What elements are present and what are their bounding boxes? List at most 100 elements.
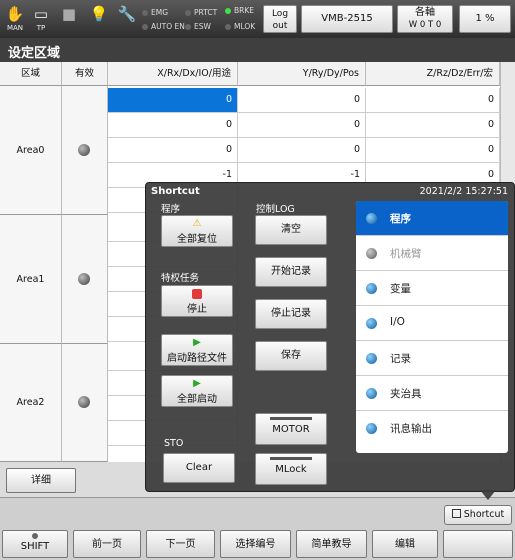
valid-indicator-icon [78, 144, 90, 156]
prev-page-button[interactable]: 前一页 [73, 530, 141, 558]
lightbulb-icon[interactable]: 💡 [88, 4, 110, 34]
log-save-button[interactable]: 保存 [255, 341, 327, 371]
records-menu-icon [366, 353, 377, 364]
prtct-indicator: PRTCT [185, 8, 217, 17]
program-menu-icon [366, 213, 377, 224]
start-all-button[interactable]: ▶ 全部启动 [161, 375, 233, 407]
menu-item-program[interactable]: 程序 [356, 201, 508, 236]
fixtures-menu-icon [366, 388, 377, 399]
mlock-button[interactable]: MLock [255, 453, 327, 485]
header-z: Z/Rz/Dz/Err/宏 [366, 62, 500, 86]
cell-y[interactable]: 0 [238, 138, 366, 163]
simple-teach-button[interactable]: 简单教导 [296, 530, 367, 558]
logout-button[interactable]: Log out [263, 5, 297, 33]
valid-cell-0[interactable] [62, 86, 108, 215]
motor-status-bar [270, 417, 312, 420]
cell-z[interactable]: 0 [366, 113, 500, 138]
shortcut-menu: 程序 机械臂 变量 I/O 记录 夹治具 讯息输出 [356, 201, 508, 453]
play-icon: ▶ [193, 337, 201, 348]
menu-item-io[interactable]: I/O [356, 306, 508, 341]
header-y: Y/Ry/Dy/Pos [238, 62, 366, 86]
robot-arm-menu-icon [366, 248, 377, 259]
panel-pointer [480, 490, 496, 500]
stop-square-icon[interactable]: ■ [58, 4, 80, 34]
shortcut-panel: Shortcut 2021/2/2 15:27:51 程序 ⚠ 全部复位 特权任… [145, 182, 515, 492]
cell-z[interactable]: 0 [366, 88, 500, 113]
log-stop-button[interactable]: 停止记录 [255, 299, 327, 329]
motor-label: MOTOR [272, 424, 310, 435]
axis-mode-button[interactable]: 各軸 W 0 T 0 [397, 5, 453, 33]
area-label-0[interactable]: Area0 [0, 86, 62, 215]
axis-mode-sub: W 0 T 0 [408, 20, 442, 30]
stop-task-button[interactable]: 停止 [161, 285, 233, 317]
cell-x[interactable]: 0 [108, 88, 238, 113]
privileged-task-label: 特权任务 [161, 273, 200, 284]
log-start-button[interactable]: 开始记录 [255, 257, 327, 287]
io-menu-icon [366, 318, 377, 329]
axis-mode-label: 各軸 [415, 7, 435, 18]
panel-datetime: 2021/2/2 15:27:51 [419, 186, 508, 197]
cell-x[interactable]: 0 [108, 113, 238, 138]
robot-select-button[interactable]: VMB-2515 [301, 5, 393, 33]
control-log-label: 控制LOG [256, 204, 295, 215]
header-valid: 有效 [62, 62, 108, 86]
area-label-2[interactable]: Area2 [0, 344, 62, 462]
emg-indicator: EMG [142, 8, 168, 17]
cell-z[interactable]: 0 [366, 138, 500, 163]
shift-button[interactable]: SHIFT [2, 530, 68, 558]
shortcut-button[interactable]: Shortcut [444, 505, 512, 525]
stop-icon [192, 289, 202, 299]
header-area: 区域 [0, 62, 62, 86]
valid-cell-2[interactable] [62, 344, 108, 462]
auto-en-indicator: AUTO EN [142, 22, 185, 31]
next-page-button[interactable]: 下一页 [146, 530, 215, 558]
mlock-status-bar [270, 457, 312, 460]
mlock-label: MLock [275, 464, 307, 475]
blank-function-button[interactable] [443, 530, 513, 558]
shortcut-panel-title: Shortcut [151, 186, 200, 197]
page-title: 设定区域 [0, 38, 515, 62]
tp-icon[interactable]: ▭ TP [30, 4, 52, 34]
top-status-bar: ✋ MAN ▭ TP ■ 💡 🔧 EMG AUTO EN PRTCT ESW BRK… [0, 0, 515, 38]
cell-y[interactable]: 0 [238, 113, 366, 138]
valid-indicator-icon [78, 273, 90, 285]
motor-button[interactable]: MOTOR [255, 413, 327, 445]
start-path-file-button[interactable]: ▶ 启动路径文件 [161, 334, 233, 366]
menu-item-message-output[interactable]: 讯息输出 [356, 411, 508, 446]
detail-button[interactable]: 详细 [6, 468, 76, 493]
speed-button[interactable]: 1 % [459, 5, 511, 33]
variables-menu-icon [366, 283, 377, 294]
menu-item-variables[interactable]: 变量 [356, 271, 508, 306]
wrench-warning-icon[interactable]: 🔧 [116, 4, 138, 34]
man-icon[interactable]: ✋ MAN [4, 4, 26, 34]
area-label-1[interactable]: Area1 [0, 215, 62, 344]
menu-item-records[interactable]: 记录 [356, 341, 508, 376]
menu-item-fixtures[interactable]: 夹治具 [356, 376, 508, 411]
warning-icon: ⚠ [192, 218, 202, 229]
shift-label: SHIFT [20, 541, 50, 552]
start-path-file-label: 启动路径文件 [167, 353, 227, 364]
menu-item-robot-arm: 机械臂 [356, 236, 508, 271]
sto-label: STO [164, 438, 184, 449]
shortcut-icon [451, 509, 461, 518]
start-all-label: 全部启动 [177, 394, 217, 405]
valid-cell-1[interactable] [62, 215, 108, 344]
message-output-menu-icon [366, 423, 377, 434]
reset-all-button[interactable]: ⚠ 全部复位 [161, 215, 233, 247]
cell-x[interactable]: 0 [108, 138, 238, 163]
shortcut-button-label: Shortcut [463, 509, 505, 520]
header-x: X/Rx/Dx/IO/用途 [108, 62, 238, 86]
mlok-indicator: MLOK [225, 22, 255, 31]
log-clear-button[interactable]: 清空 [255, 215, 327, 245]
valid-indicator-icon [78, 396, 90, 408]
program-section-label: 程序 [161, 204, 181, 215]
reset-all-label: 全部复位 [177, 234, 217, 245]
play-icon: ▶ [193, 378, 201, 389]
cell-y[interactable]: 0 [238, 88, 366, 113]
clear-button[interactable]: Clear [163, 453, 235, 483]
shift-indicator-icon [32, 533, 38, 539]
edit-button[interactable]: 编辑 [372, 530, 438, 558]
select-number-button[interactable]: 选择编号 [220, 530, 291, 558]
stop-label: 停止 [187, 304, 207, 315]
brke-indicator: BRKE [225, 6, 254, 15]
